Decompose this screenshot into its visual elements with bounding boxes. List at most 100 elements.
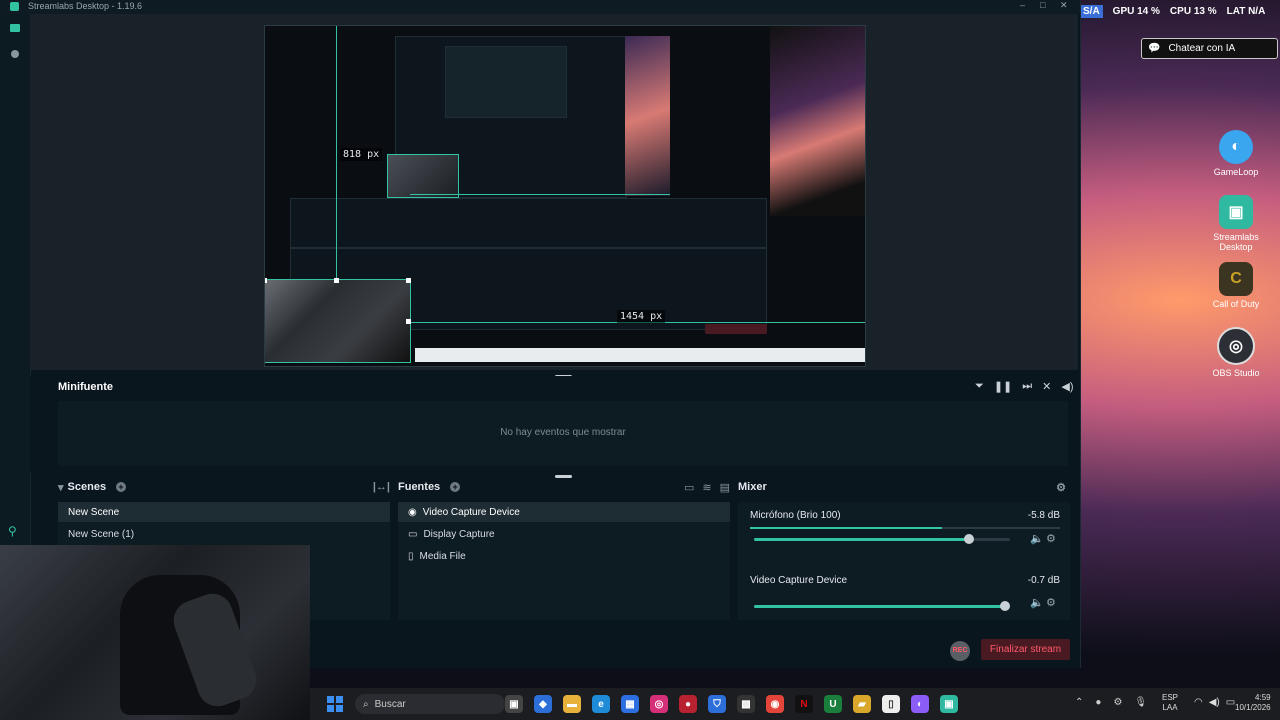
copilot-icon[interactable]: ◆ <box>534 695 552 713</box>
streamlabs-taskbar-icon[interactable]: ▣ <box>940 695 958 713</box>
gear-icon[interactable]: ⚙ <box>1046 532 1056 545</box>
tray-settings-icon[interactable]: ⚙ <box>1113 697 1122 708</box>
minifuente-toolbar: ⏷ ❚❚ ⏭ ✕ ◀) <box>975 380 1074 393</box>
scene-item[interactable]: New Scene (1) <box>58 524 390 544</box>
browser-icon[interactable]: ◐ <box>911 695 929 713</box>
minifuente-panel: Minifuente ⏷ ❚❚ ⏭ ✕ ◀) No hay eventos qu… <box>30 376 1078 472</box>
collapse-arrow-icon[interactable]: ▾ <box>58 481 64 494</box>
upwork-icon[interactable]: U <box>824 695 842 713</box>
clock-time: 4:59 <box>1255 693 1271 702</box>
audio-settings-icon[interactable]: ≋ <box>702 481 711 494</box>
file-icon: ▯ <box>408 550 414 562</box>
filter-icon[interactable]: ⏷ <box>975 380 984 393</box>
app-red-icon[interactable]: ● <box>679 695 697 713</box>
scene-transitions-icon[interactable]: |↔| <box>373 481 390 493</box>
slider-fill <box>754 605 1005 608</box>
store-icon[interactable]: ▦ <box>621 695 639 713</box>
resize-handle-top[interactable] <box>334 278 339 283</box>
resize-handle-top-right[interactable] <box>406 278 411 283</box>
channel-db: -5.8 dB <box>1027 510 1060 521</box>
edge-icon[interactable]: e <box>592 695 610 713</box>
capture-volume-slider[interactable] <box>754 601 1010 611</box>
source-item[interactable]: ▭ Display Capture <box>398 524 730 544</box>
volume-icon[interactable]: ◀) <box>1061 380 1073 393</box>
stream-preview[interactable]: 818 px 1454 px <box>30 14 1078 370</box>
desktop-icon-obs[interactable]: ◎ OBS Studio <box>1196 327 1276 378</box>
sources-list: ◉ Video Capture Device ▭ Display Capture ▯… <box>398 502 730 620</box>
task-view-icon[interactable]: ▣ <box>505 695 523 713</box>
system-tray: ⌃ ● ⚙ 🎙 <box>1075 697 1147 708</box>
end-stream-button[interactable]: Finalizar stream <box>981 639 1070 660</box>
security-icon[interactable]: ⛉ <box>708 695 726 713</box>
clock-date: 10/1/2026 <box>1235 703 1271 712</box>
window-title: Streamlabs Desktop - 1.19.6 <box>28 1 143 11</box>
desktop-icon-call-of-duty[interactable]: C Call of Duty <box>1196 262 1276 309</box>
editor-icon[interactable] <box>10 24 20 32</box>
source-item[interactable]: ▯ Media File <box>398 546 730 566</box>
slider-fill <box>754 538 970 541</box>
desktop-icon-label: GameLoop <box>1213 167 1259 177</box>
close-icon[interactable]: ✕ <box>1060 0 1068 11</box>
folder-icon[interactable]: ▤ <box>720 481 730 494</box>
speaker-icon[interactable]: 🔈 <box>1030 532 1044 545</box>
settings-dot-icon[interactable] <box>11 50 19 58</box>
windows-taskbar: ⌕ Buscar ▣ ◆ ▬ e ▦ ◎ ● ⛉ ▩ ◉ N U ▰ ▯ ◐ ▣… <box>310 688 1280 720</box>
record-button[interactable]: REC <box>950 641 970 661</box>
scene-item[interactable]: New Scene <box>58 502 390 522</box>
cpu-readout: CPU 13 % <box>1169 5 1217 17</box>
nested-taskbar <box>415 348 865 362</box>
channel-name: Micrófono (Brio 100) <box>750 510 841 521</box>
speaker-icon[interactable]: 🔈 <box>1030 596 1044 609</box>
mixer-title: Mixer <box>738 481 767 493</box>
scenes-title: Scenes <box>67 481 107 493</box>
source-item[interactable]: ◉ Video Capture Device <box>398 502 730 522</box>
pause-icon[interactable]: ❚❚ <box>994 380 1012 393</box>
mute-alerts-icon[interactable]: ✕ <box>1042 380 1051 393</box>
netflix-icon[interactable]: N <box>795 695 813 713</box>
tray-chevron-icon[interactable]: ⌃ <box>1075 697 1083 708</box>
maximize-icon[interactable]: □ <box>1040 0 1045 10</box>
slider-knob[interactable] <box>999 601 1010 611</box>
language-indicator[interactable]: ESP LAA <box>1162 693 1178 713</box>
tray-app-icon[interactable]: ● <box>1095 697 1101 708</box>
gear-icon[interactable]: ⚙ <box>1046 596 1056 609</box>
document-icon[interactable]: ▯ <box>882 695 900 713</box>
nested-preview-inner <box>445 46 567 118</box>
minifuente-title: Minifuente <box>58 381 113 393</box>
game-icon[interactable]: ▩ <box>737 695 755 713</box>
nested-minifuente <box>290 198 767 248</box>
add-scene-icon[interactable]: + <box>116 482 127 492</box>
nested-wallpaper-right <box>770 26 865 216</box>
mixer-settings-icon[interactable]: ⚙ <box>1056 481 1066 494</box>
file-explorer-icon[interactable]: ▬ <box>563 695 581 713</box>
skip-icon[interactable]: ⏭ <box>1022 380 1032 393</box>
mic-volume-slider[interactable] <box>754 534 1010 544</box>
preview-canvas[interactable]: 818 px 1454 px <box>264 25 866 367</box>
resize-handle-top-left[interactable] <box>265 278 267 283</box>
scene-item-label: New Scene (1) <box>68 528 135 540</box>
clock[interactable]: 4:59 10/1/2026 <box>1235 693 1271 713</box>
chrome-icon[interactable]: ◉ <box>766 695 784 713</box>
taskbar-apps: ▣ ◆ ▬ e ▦ ◎ ● ⛉ ▩ ◉ N U ▰ ▯ ◐ ▣ <box>505 695 958 713</box>
link-icon[interactable]: ⚲ <box>8 524 17 538</box>
instagram-icon[interactable]: ◎ <box>650 695 668 713</box>
network-volume-group[interactable]: ◠ ◀) ▭ <box>1194 697 1235 708</box>
windows-start-icon[interactable] <box>327 696 343 712</box>
screen-icon[interactable]: ▭ <box>684 481 694 494</box>
resize-handle-right[interactable] <box>406 319 411 324</box>
slider-knob[interactable] <box>964 534 975 544</box>
minimize-icon[interactable]: – <box>1020 0 1025 10</box>
desktop-icon-streamlabs[interactable]: ▣ Streamlabs Desktop <box>1196 195 1276 252</box>
scene-item-label: New Scene <box>68 506 120 518</box>
chat-ai-button[interactable]: 💬 Chatear con IA <box>1141 38 1278 59</box>
microphone-icon[interactable]: 🎙 <box>1134 697 1147 708</box>
battery-icon: ▭ <box>1225 697 1236 708</box>
app-logo-icon <box>10 2 19 11</box>
desktop-icon-gameloop[interactable]: ◐ GameLoop <box>1196 130 1276 177</box>
selected-webcam-source[interactable] <box>265 279 411 363</box>
dock-resize-grip[interactable] <box>555 475 572 478</box>
taskbar-search[interactable]: ⌕ Buscar <box>355 694 505 714</box>
gpu-readout: GPU 14 % <box>1112 5 1160 17</box>
add-source-icon[interactable]: + <box>450 482 461 492</box>
sticky-icon[interactable]: ▰ <box>853 695 871 713</box>
